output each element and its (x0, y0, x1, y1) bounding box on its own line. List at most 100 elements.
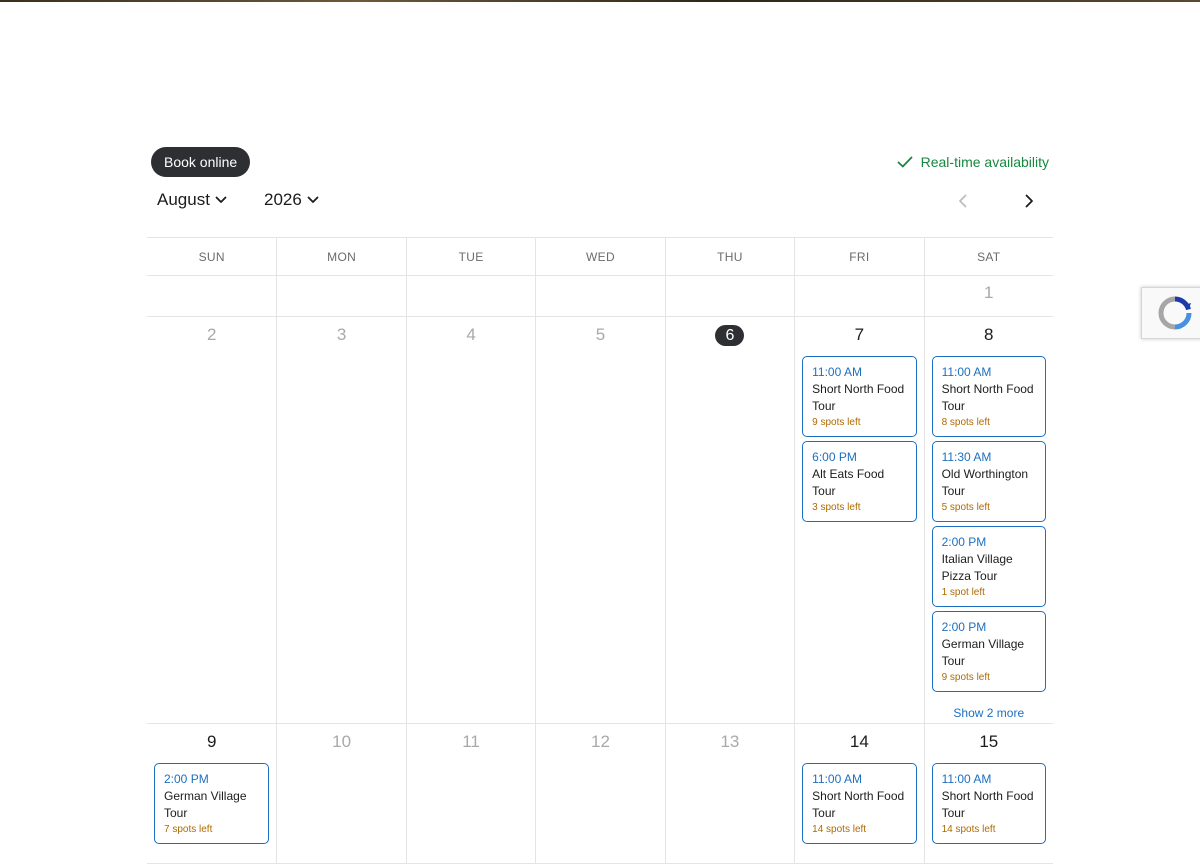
day-cell-empty (794, 276, 923, 316)
weekday-mon: MON (276, 238, 405, 276)
event-slot[interactable]: 11:00 AM Short North Food Tour 9 spots l… (802, 356, 917, 437)
calendar-week: 2 3 4 5 6 7 11:00 AM Short North Food To… (147, 317, 1053, 724)
event-slot[interactable]: 11:30 AM Old Worthington Tour 5 spots le… (931, 441, 1046, 522)
day-cell: 11 (405, 724, 535, 863)
event-name: Italian Village Pizza Tour (941, 552, 1013, 583)
month-value: August (157, 190, 210, 209)
day-cell-empty (405, 276, 535, 316)
event-slot[interactable]: 11:00 AM Short North Food Tour 8 spots l… (931, 356, 1046, 437)
event-list: 2:00 PM German Village Tour 7 spots left (147, 753, 276, 844)
realtime-label: Real-time availability (920, 154, 1049, 170)
day-number: 6 (715, 325, 745, 346)
event-slot[interactable]: 2:00 PM Italian Village Pizza Tour 1 spo… (931, 526, 1046, 607)
chevron-right-icon (1025, 194, 1033, 208)
day-cell: 1 (923, 276, 1053, 316)
calendar-week: 1 (147, 276, 1053, 317)
event-name: Short North Food Tour (812, 789, 905, 820)
checkmark-icon (897, 156, 913, 168)
day-number: 5 (595, 325, 606, 344)
event-spots: 9 spots left (812, 417, 861, 428)
event-slot[interactable]: 6:00 PM Alt Eats Food Tour 3 spots left (802, 441, 917, 522)
chevron-down-icon (215, 196, 227, 203)
day-number: 15 (979, 732, 999, 751)
event-name: German Village Tour (941, 637, 1025, 668)
day-number: 1 (984, 283, 994, 302)
book-online-button[interactable]: Book online (151, 147, 251, 177)
day-cell-empty (535, 276, 664, 316)
show-more-link[interactable]: Show 2 more (925, 706, 1053, 720)
event-time: 2:00 PM (164, 772, 209, 786)
calendar-grid: SUN MON TUE WED THU FRI SAT 1 2 3 4 5 6 … (147, 237, 1053, 864)
weekday-thu: THU (664, 238, 794, 276)
event-name: Short North Food Tour (941, 789, 1034, 820)
realtime-availability: Real-time availability (897, 154, 1049, 170)
event-slot[interactable]: 2:00 PM German Village Tour 7 spots left (154, 763, 270, 844)
booking-calendar: Book online Real-time availability Augus… (147, 147, 1053, 864)
event-time: 2:00 PM (941, 535, 987, 549)
day-number: 2 (206, 325, 217, 344)
day-cell-empty (147, 276, 276, 316)
event-name: Short North Food Tour (812, 382, 905, 413)
event-list: 11:00 AM Short North Food Tour 14 spots … (795, 753, 923, 844)
event-time: 11:00 AM (941, 772, 992, 786)
event-time: 11:00 AM (812, 365, 862, 379)
day-cell[interactable]: 14 11:00 AM Short North Food Tour 14 spo… (794, 724, 923, 863)
recaptcha-icon (1158, 296, 1191, 330)
weekday-sun: SUN (198, 250, 225, 264)
day-number: 11 (462, 732, 480, 751)
previous-month-button[interactable] (950, 189, 974, 213)
weekday-sat: SAT (923, 238, 1053, 276)
day-cell-empty (276, 276, 405, 316)
day-number: 10 (332, 732, 352, 751)
chevron-down-icon (307, 196, 319, 203)
day-number: 12 (591, 732, 610, 751)
day-cell: 5 (535, 317, 664, 723)
day-number: 4 (466, 325, 476, 344)
next-month-button[interactable] (1017, 189, 1041, 213)
day-cell: 13 (664, 724, 794, 863)
event-name: Alt Eats Food Tour (812, 467, 885, 498)
weekday-header: SUN MON TUE WED THU FRI SAT (147, 238, 1053, 276)
event-list: 11:00 AM Short North Food Tour 9 spots l… (795, 346, 923, 522)
day-cell-today: 6 (664, 317, 794, 723)
event-spots: 5 spots left (941, 502, 990, 513)
month-select[interactable]: August (157, 190, 227, 210)
day-number: 9 (206, 732, 217, 751)
event-time: 6:00 PM (812, 450, 857, 464)
day-number: 13 (720, 732, 740, 751)
day-cell: 4 (405, 317, 535, 723)
day-cell[interactable]: 7 11:00 AM Short North Food Tour 9 spots… (794, 317, 923, 723)
day-cell: 12 (535, 724, 664, 863)
event-slot[interactable]: 11:00 AM Short North Food Tour 14 spots … (931, 763, 1046, 844)
event-list: 11:00 AM Short North Food Tour 8 spots l… (925, 346, 1053, 692)
event-spots: 9 spots left (941, 672, 990, 683)
event-spots: 1 spot left (941, 587, 985, 598)
event-spots: 8 spots left (941, 417, 990, 428)
month-navigation: August 2026 (147, 177, 1053, 223)
event-time: 11:30 AM (941, 450, 992, 464)
event-time: 11:00 AM (812, 772, 862, 786)
event-time: 2:00 PM (941, 620, 987, 634)
year-select[interactable]: 2026 (264, 190, 319, 210)
day-number: 8 (984, 325, 994, 344)
recaptcha-badge[interactable] (1141, 287, 1200, 339)
weekday-fri: FRI (794, 238, 923, 276)
day-cell[interactable]: 8 11:00 AM Short North Food Tour 8 spots… (923, 317, 1053, 723)
event-time: 11:00 AM (941, 365, 992, 379)
day-cell-empty (664, 276, 794, 316)
event-slot[interactable]: 2:00 PM German Village Tour 9 spots left (931, 611, 1046, 692)
day-number: 3 (336, 325, 347, 344)
chevron-left-icon (958, 194, 966, 208)
weekday-tue: TUE (405, 238, 535, 276)
event-name: Old Worthington Tour (941, 467, 1029, 498)
weekday-wed: WED (535, 238, 664, 276)
event-spots: 14 spots left (812, 824, 867, 835)
day-cell[interactable]: 15 11:00 AM Short North Food Tour 14 spo… (923, 724, 1053, 863)
event-list: 11:00 AM Short North Food Tour 14 spots … (925, 753, 1053, 844)
day-cell: 2 (147, 317, 276, 723)
event-slot[interactable]: 11:00 AM Short North Food Tour 14 spots … (802, 763, 917, 844)
day-cell: 3 (276, 317, 405, 723)
calendar-week: 9 2:00 PM German Village Tour 7 spots le… (147, 724, 1053, 864)
day-cell[interactable]: 9 2:00 PM German Village Tour 7 spots le… (147, 724, 276, 863)
year-value: 2026 (264, 190, 302, 209)
